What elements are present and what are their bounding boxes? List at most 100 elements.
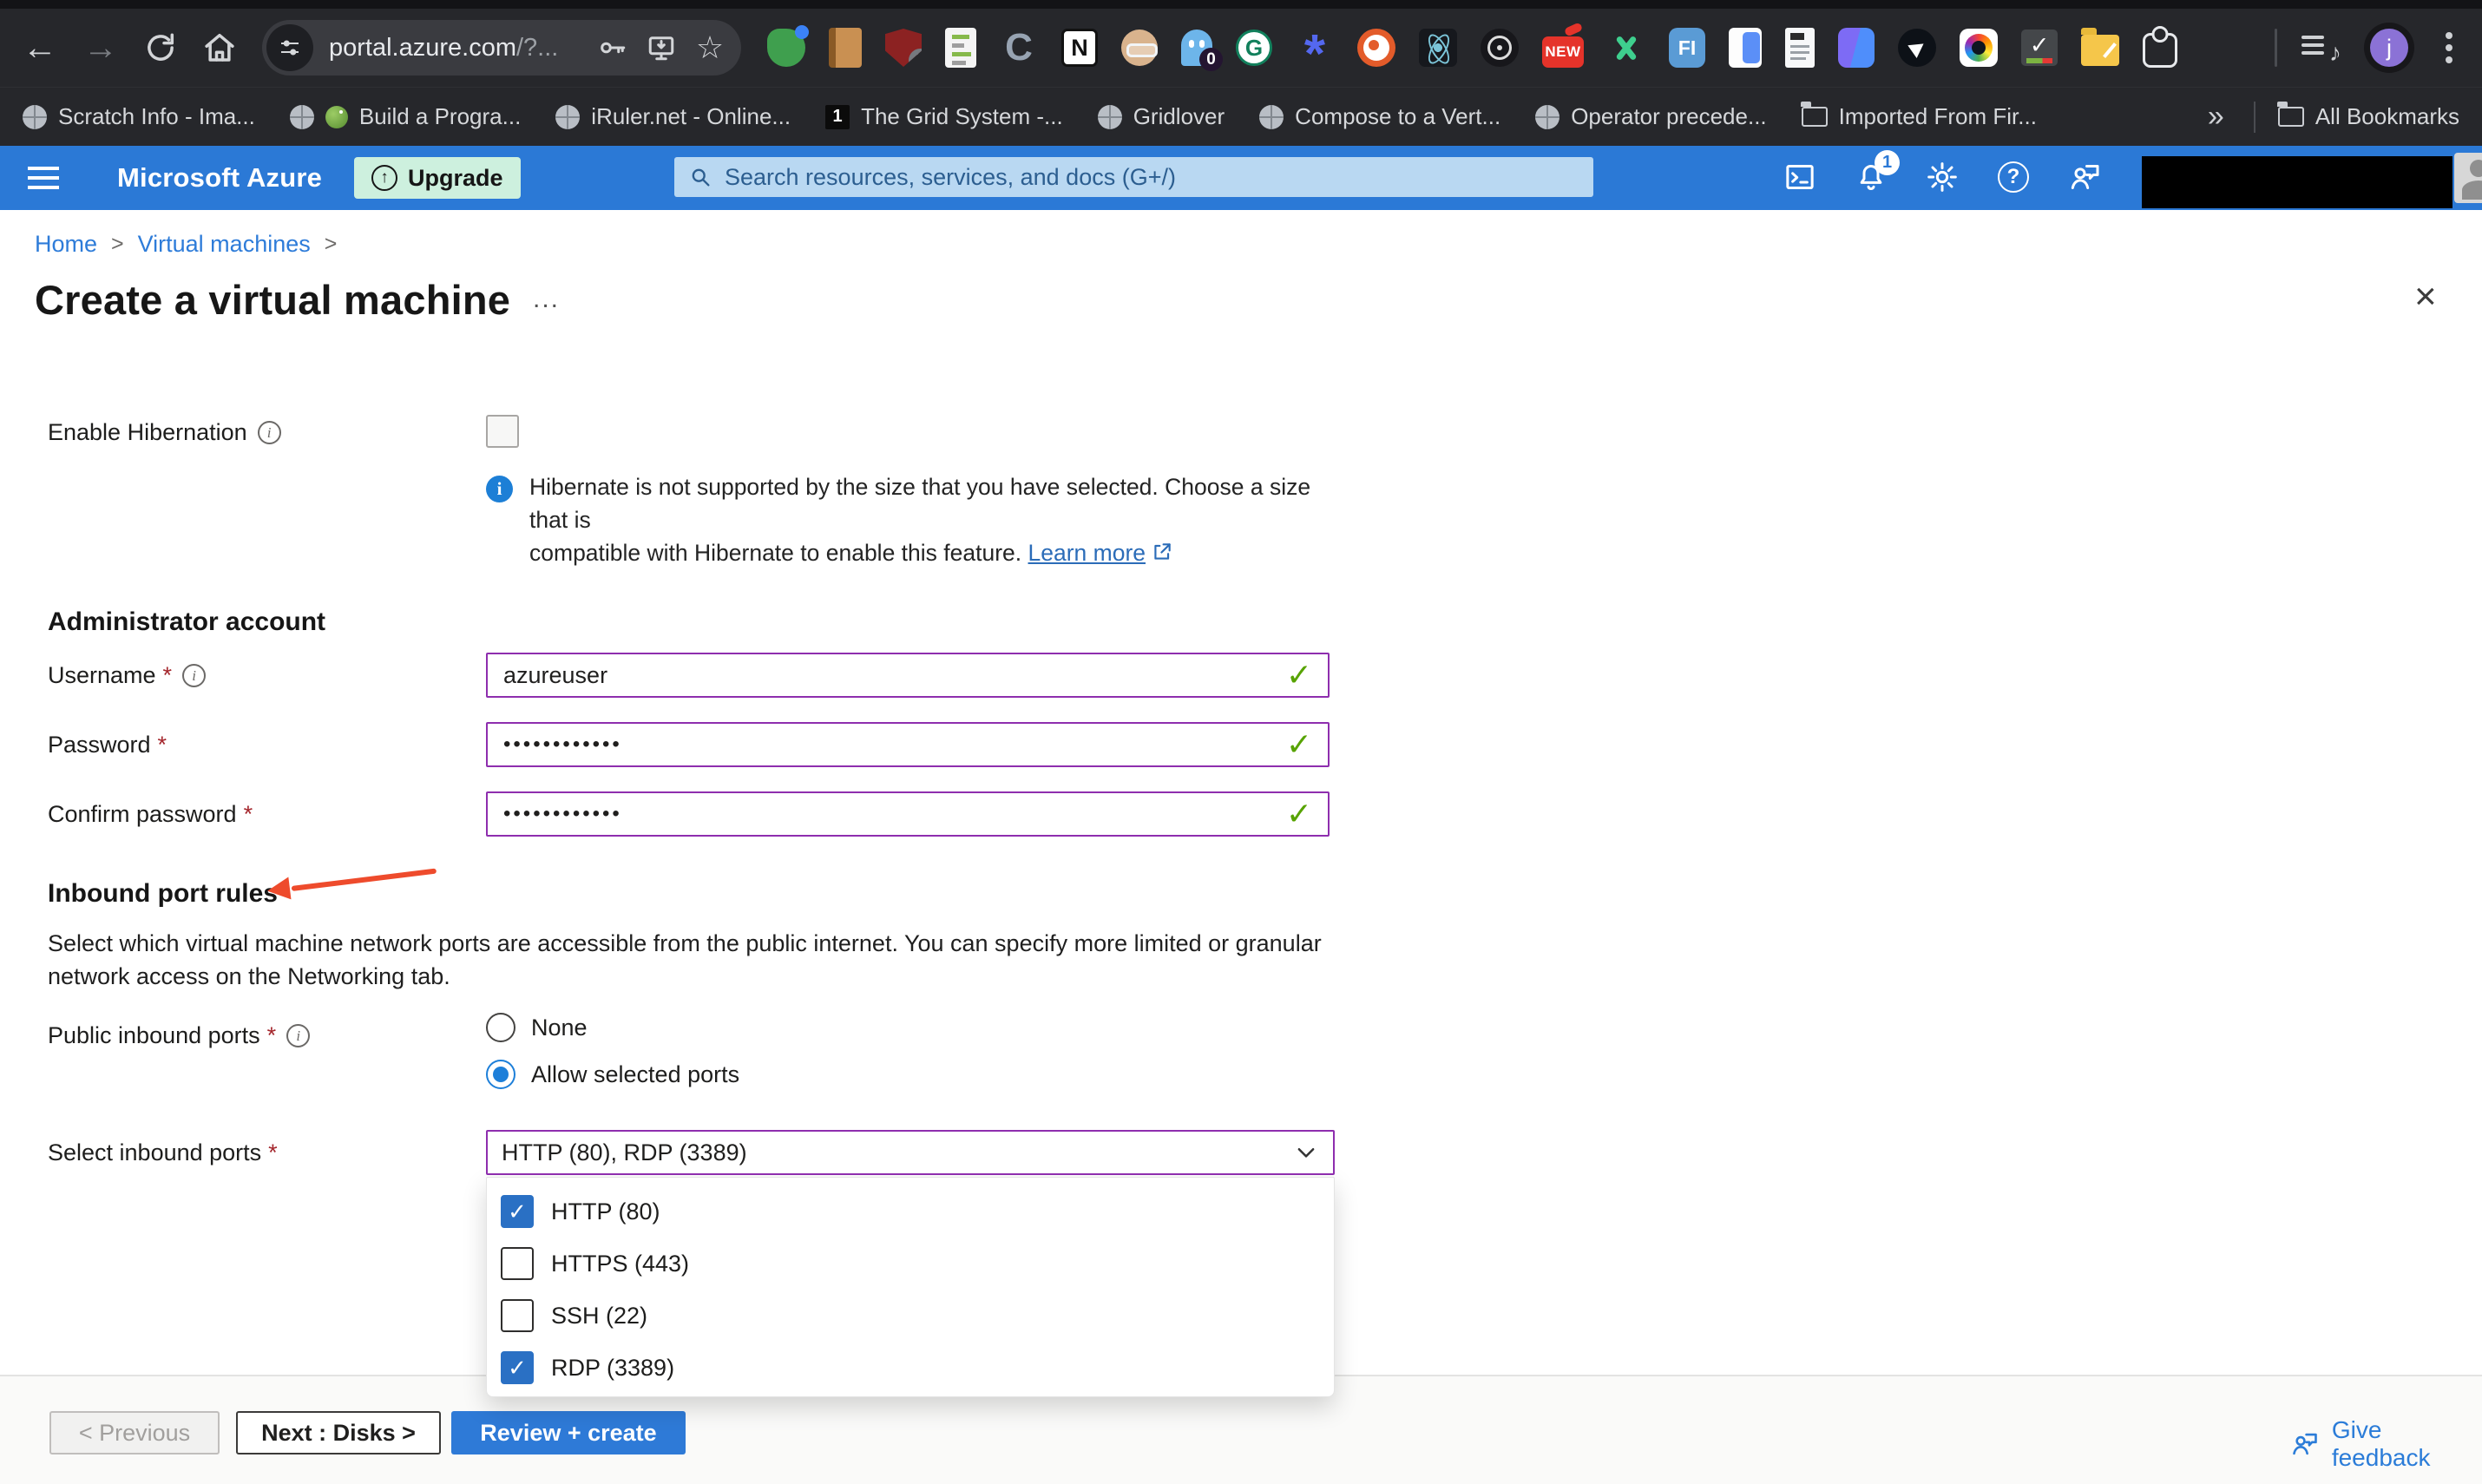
camera-icon[interactable]	[1960, 29, 1998, 67]
site-settings-icon[interactable]	[266, 24, 313, 71]
bookmark-star-icon[interactable]: ☆	[694, 32, 726, 63]
clockify-icon[interactable]: C	[1000, 26, 1038, 69]
feedback-icon[interactable]	[2065, 158, 2104, 196]
info-icon[interactable]: i	[286, 1024, 311, 1047]
upgrade-button[interactable]: ↑ Upgrade	[354, 157, 521, 199]
port-option[interactable]: HTTPS (443)	[487, 1238, 1334, 1289]
jumper-icon[interactable]	[1607, 29, 1645, 67]
password-input[interactable]: •••••••••••• ✓	[486, 722, 1330, 767]
bookmarks-overflow-icon[interactable]: »	[2201, 100, 2231, 134]
bookmark-item[interactable]: Gridlover	[1097, 103, 1225, 130]
checkbox-unchecked-icon	[501, 1299, 534, 1332]
duotone-icon[interactable]	[1838, 28, 1875, 68]
ublock-icon[interactable]: 2	[885, 29, 922, 67]
inbound-ports-dropdown-panel: ✓ HTTP (80) HTTPS (443) SSH (22) ✓ RDP (3389)	[486, 1177, 1335, 1397]
todo-check-icon[interactable]: ✓	[2021, 30, 2058, 66]
confirm-password-label-row: Confirm password *	[48, 801, 253, 827]
select-inbound-ports-dropdown[interactable]: HTTP (80), RDP (3389)	[486, 1130, 1335, 1175]
review-create-button[interactable]: Review + create	[451, 1411, 686, 1454]
bookmark-item[interactable]: Build a Progra...	[289, 103, 521, 130]
admin-account-heading: Administrator account	[48, 607, 326, 636]
phone-icon[interactable]	[1729, 28, 1762, 68]
rings-icon[interactable]	[1481, 29, 1519, 67]
azure-search-input[interactable]: Search resources, services, and docs (G+…	[674, 157, 1593, 197]
doc-icon[interactable]	[1785, 28, 1815, 68]
notion-icon[interactable]: N	[1061, 29, 1098, 67]
bookmark-item[interactable]: Operator precede...	[1535, 103, 1767, 130]
checkbox-checked-icon: ✓	[501, 1195, 534, 1228]
globe-favicon-icon	[1259, 104, 1284, 129]
send-to-device-icon[interactable]	[646, 32, 677, 63]
help-icon[interactable]: ?	[1994, 158, 2032, 196]
toolbar-separator	[2275, 29, 2277, 67]
puzzle-icon[interactable]	[2143, 33, 2177, 68]
password-label-row: Password *	[48, 732, 167, 758]
toolbar-tail: ♪ j	[2275, 23, 2470, 73]
persona-icon[interactable]	[1121, 30, 1158, 66]
folder-icon	[2277, 102, 2304, 127]
media-controls-icon[interactable]: ♪	[2300, 29, 2341, 67]
bookmark-item[interactable]: iRuler.net - Online...	[555, 103, 791, 130]
cloud-shell-icon[interactable]	[1781, 158, 1819, 196]
bookmark-item[interactable]: Compose to a Vert...	[1259, 103, 1500, 130]
camel-book-icon[interactable]	[829, 28, 862, 68]
notes-list-icon[interactable]	[945, 28, 976, 68]
radio-selected-icon	[486, 1060, 515, 1089]
sticky-folder-icon[interactable]	[2081, 28, 2119, 66]
close-icon[interactable]: ×	[2414, 278, 2437, 316]
arrow-dark-icon[interactable]	[1898, 29, 1936, 67]
previous-button[interactable]: < Previous	[49, 1411, 220, 1454]
bookmark-item[interactable]: 1 The Grid System -...	[825, 103, 1063, 130]
reload-icon[interactable]	[142, 30, 179, 66]
radio-allow-selected-ports[interactable]: Allow selected ports	[486, 1060, 739, 1089]
username-input[interactable]: azureuser ✓	[486, 653, 1330, 698]
globe-favicon-icon	[23, 104, 47, 129]
hibernation-checkbox[interactable]	[486, 415, 519, 448]
react-icon[interactable]	[1419, 29, 1457, 67]
forward-icon[interactable]: →	[82, 29, 120, 68]
font-identify-icon[interactable]: FI	[1669, 28, 1705, 68]
valid-check-icon: ✓	[1285, 657, 1312, 693]
new-badge-icon[interactable]: NEW	[1542, 36, 1584, 68]
profile-avatar[interactable]: j	[2364, 23, 2414, 73]
password-key-icon[interactable]	[597, 32, 628, 63]
back-icon[interactable]: ←	[21, 29, 59, 68]
todo-check-glyph: ✓	[2029, 31, 2050, 58]
notifications-bell-icon[interactable]: 1	[1852, 150, 1900, 196]
ghostery-icon[interactable]: 0	[1181, 30, 1223, 71]
azure-brand[interactable]: Microsoft Azure	[117, 162, 322, 194]
radio-none[interactable]: None	[486, 1013, 588, 1042]
globe-favicon-icon	[555, 104, 581, 129]
bookmark-item[interactable]: Imported From Fir...	[1801, 102, 2037, 130]
asterisk-icon[interactable]: *	[1296, 28, 1334, 82]
home-icon[interactable]	[201, 30, 238, 66]
confirm-password-input[interactable]: •••••••••••• ✓	[486, 791, 1330, 837]
bookmark-item[interactable]: Scratch Info - Ima...	[23, 103, 255, 130]
port-option[interactable]: ✓ RDP (3389)	[487, 1343, 1334, 1393]
title-more-menu[interactable]: ...	[533, 285, 560, 314]
settings-gear-icon[interactable]	[1923, 158, 1961, 196]
port-option[interactable]: ✓ HTTP (80)	[487, 1186, 1334, 1237]
breadcrumb-home[interactable]: Home	[35, 231, 97, 258]
address-bar[interactable]: portal.azure.com/?... ☆	[262, 20, 741, 76]
evernote-icon[interactable]	[767, 25, 809, 67]
all-bookmarks-button[interactable]: All Bookmarks	[2277, 102, 2459, 130]
grammarly-icon[interactable]: G	[1236, 30, 1272, 66]
learn-more-link[interactable]: Learn more	[1028, 540, 1146, 566]
account-avatar[interactable]	[2454, 153, 2482, 203]
bookmarks-separator	[2253, 101, 2255, 133]
duckduckgo-icon[interactable]	[1357, 29, 1395, 67]
bookmark-label: Scratch Info - Ima...	[58, 103, 255, 129]
globe-favicon-icon	[289, 104, 314, 129]
hamburger-menu-icon[interactable]	[28, 176, 59, 180]
give-feedback-link[interactable]: Give feedback	[2289, 1416, 2482, 1472]
url-text[interactable]: portal.azure.com/?...	[329, 34, 580, 62]
info-icon[interactable]: i	[257, 421, 281, 444]
port-option[interactable]: SSH (22)	[487, 1290, 1334, 1341]
next-disks-button[interactable]: Next : Disks >	[236, 1411, 441, 1454]
browser-menu-icon[interactable]	[2446, 44, 2452, 51]
breadcrumb-virtual-machines[interactable]: Virtual machines	[138, 231, 311, 258]
extensions-row: 2 C N 0 G * NEW FI ✓	[767, 25, 2177, 82]
info-icon[interactable]: i	[182, 664, 207, 687]
snake-favicon-icon	[325, 105, 348, 128]
